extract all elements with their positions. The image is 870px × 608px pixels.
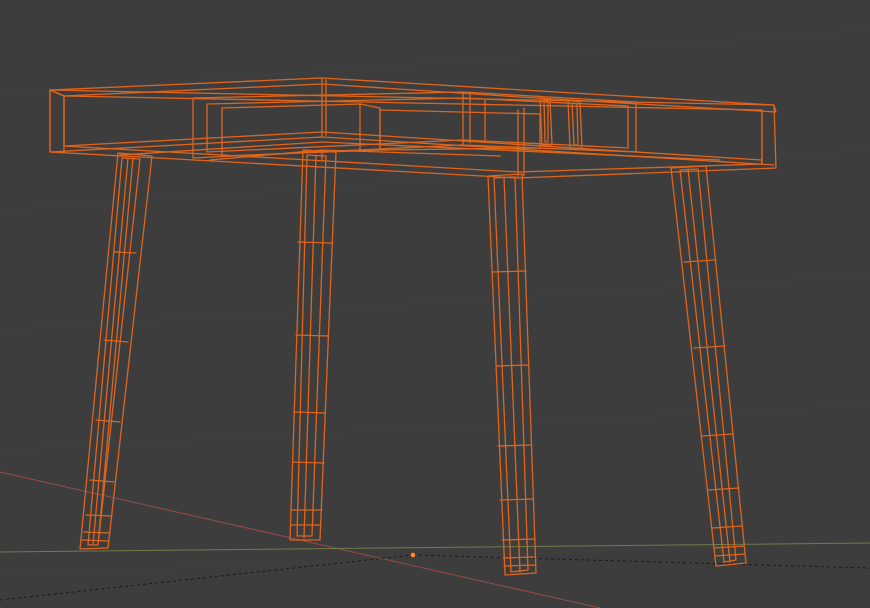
leg-front-left[interactable] <box>79 152 153 550</box>
parent-relation-lines <box>0 554 870 601</box>
leg-back-left[interactable] <box>289 149 337 541</box>
object-origin-dot[interactable] <box>410 552 416 558</box>
leg-front-right[interactable] <box>487 173 537 576</box>
3d-viewport[interactable] <box>0 0 870 608</box>
viewport-canvas[interactable] <box>0 0 870 608</box>
tabletop-wireframe[interactable] <box>49 77 777 179</box>
y-axis-line <box>0 542 870 553</box>
leg-back-right[interactable] <box>670 165 747 567</box>
table-wireframe[interactable] <box>49 77 777 576</box>
